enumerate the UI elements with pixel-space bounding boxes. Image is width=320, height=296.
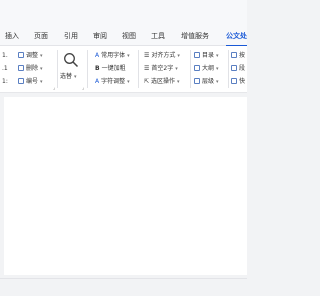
tab-insert[interactable]: 插入 <box>5 26 19 46</box>
group-divider <box>87 50 88 88</box>
common-font-button[interactable]: A 常用字体 ▾ <box>95 51 130 61</box>
delete-label: 删除 <box>26 65 39 72</box>
group-divider <box>138 50 139 88</box>
numbering-label: 编号 <box>26 78 39 85</box>
tab-value-added-services[interactable]: 增值服务 <box>181 26 209 46</box>
chevron-down-icon: ▾ <box>216 53 219 59</box>
chevron-down-icon: ▾ <box>40 79 43 85</box>
toc-label: 目录 <box>202 52 215 59</box>
adjust-label: 调整 <box>26 52 39 59</box>
find-replace-label: 选替 ▾ <box>60 72 84 82</box>
group5-label-1: 按 <box>239 52 246 59</box>
selection-ops-button[interactable]: ⇱ 选区操作 ▾ <box>144 77 180 87</box>
group-divider <box>57 50 58 88</box>
group5-label-3: 快 <box>239 78 246 85</box>
chevron-down-icon: ▾ <box>127 53 130 59</box>
doc-icon <box>231 52 237 58</box>
tab-view[interactable]: 视图 <box>122 26 136 46</box>
bold-icon: B <box>95 65 100 72</box>
first-indent-label: 首空2字 <box>151 65 174 72</box>
group-divider <box>190 50 191 88</box>
find-replace-text: 选替 <box>60 73 73 80</box>
delete-icon <box>18 65 24 71</box>
level-icon <box>194 78 200 84</box>
indent-icon: ☰ <box>144 65 150 72</box>
find-replace-button[interactable]: 选替 ▾ <box>60 52 82 88</box>
group-divider <box>228 50 229 88</box>
tab-tools[interactable]: 工具 <box>151 26 165 46</box>
chevron-down-icon: ▾ <box>40 53 43 59</box>
chevron-down-icon: ▾ <box>177 53 180 59</box>
one-click-bold-label: 一键加粗 <box>101 65 126 72</box>
one-click-bold-button[interactable]: B 一键加粗 <box>95 64 126 73</box>
first-indent-button[interactable]: ☰ 首空2字 ▾ <box>144 64 178 74</box>
group-launcher-icon[interactable]: ⌟ <box>53 86 55 91</box>
align-icon: ☰ <box>144 52 150 59</box>
paragraph-icon <box>231 65 237 71</box>
outline-label: 大纲 <box>202 65 215 72</box>
title-strip <box>0 0 247 26</box>
font-icon: A <box>95 52 100 59</box>
delete-button[interactable]: 删除 ▾ <box>18 64 43 74</box>
char-adjust-icon: A <box>95 78 100 85</box>
group5-button-1[interactable]: 按 <box>231 51 245 60</box>
group5-label-2: 段 <box>239 65 246 72</box>
adjust-icon <box>18 52 24 58</box>
char-adjust-label: 字符调整 <box>101 78 126 85</box>
group5-button-2[interactable]: 段 <box>231 64 245 73</box>
alignment-label: 对齐方式 <box>151 52 176 59</box>
common-font-label: 常用字体 <box>101 52 126 59</box>
numbering-button[interactable]: 编号 ▾ <box>18 77 43 87</box>
chevron-down-icon: ▾ <box>177 79 180 85</box>
tab-page[interactable]: 页面 <box>34 26 48 46</box>
numbering-style-1[interactable]: 1. <box>2 51 8 60</box>
adjust-button[interactable]: 调整 ▾ <box>18 51 43 61</box>
toc-icon <box>194 52 200 58</box>
chevron-down-icon: ▾ <box>175 66 178 72</box>
tab-official-document[interactable]: 公文处 <box>226 26 247 47</box>
chevron-down-icon: ▾ <box>40 66 43 72</box>
search-icon <box>64 53 79 68</box>
ribbon-toolbar: 1. .1 1: 调整 ▾ 删除 ▾ 编号 ▾ ⌟ 选替 ▾ ⌟ A 常用字体 ▾ B 一键加… <box>0 46 247 93</box>
chevron-down-icon: ▾ <box>216 66 219 72</box>
group5-button-3[interactable]: 快 <box>231 77 245 86</box>
cursor-icon: ⇱ <box>144 78 150 85</box>
chevron-down-icon: ▾ <box>216 79 219 85</box>
group-launcher-icon[interactable]: ⌟ <box>82 86 84 91</box>
quick-icon <box>231 78 237 84</box>
level-button[interactable]: 层级 ▾ <box>194 77 219 87</box>
outline-icon <box>194 65 200 71</box>
document-canvas[interactable] <box>4 97 247 275</box>
level-label: 层级 <box>202 78 215 85</box>
numbering-style-2[interactable]: .1 <box>2 64 8 73</box>
outline-button[interactable]: 大纲 ▾ <box>194 64 219 74</box>
char-adjust-button[interactable]: A 字符调整 ▾ <box>95 77 130 87</box>
selection-ops-label: 选区操作 <box>151 78 176 85</box>
numbering-style-3[interactable]: 1: <box>2 77 8 86</box>
wps-writer-window: 插入 页面 引用 审阅 视图 工具 增值服务 公文处 1. .1 1: 调整 ▾ … <box>0 0 247 296</box>
tab-review[interactable]: 审阅 <box>93 26 107 46</box>
chevron-down-icon: ▾ <box>74 74 77 80</box>
alignment-button[interactable]: ☰ 对齐方式 ▾ <box>144 51 180 61</box>
toc-button[interactable]: 目录 ▾ <box>194 51 219 61</box>
status-divider <box>0 278 247 279</box>
ribbon-tab-bar: 插入 页面 引用 审阅 视图 工具 增值服务 公文处 <box>0 26 247 47</box>
tab-references[interactable]: 引用 <box>64 26 78 46</box>
chevron-down-icon: ▾ <box>127 79 130 85</box>
numbering-icon <box>18 78 24 84</box>
